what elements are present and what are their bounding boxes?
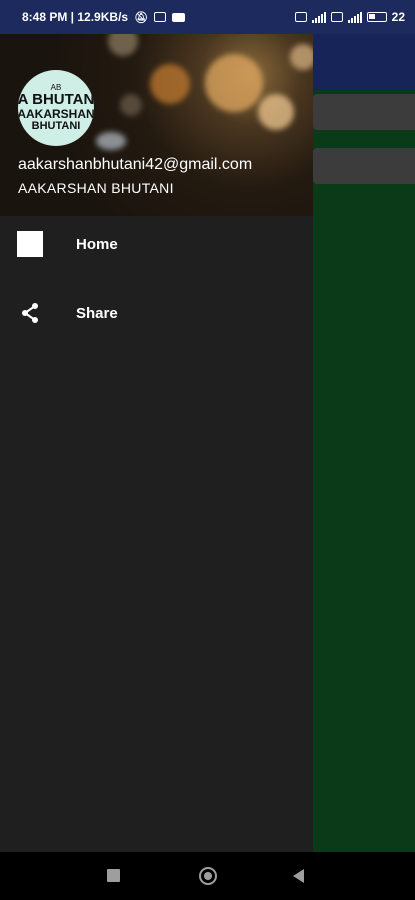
bokeh-light [120, 94, 142, 116]
drawer-item-home[interactable]: Home [0, 216, 313, 272]
signal-icon [311, 11, 326, 23]
share-icon [16, 299, 44, 327]
back-triangle-icon[interactable] [293, 869, 304, 883]
bokeh-light [108, 34, 138, 56]
status-right: 22 [294, 10, 405, 24]
system-nav-bar [0, 852, 415, 900]
status-left: 8:48 PM | 12.9KB/s 🔕︎ [22, 10, 186, 24]
background-app[interactable] [313, 34, 415, 852]
avatar-text-line: A BHUTAN [18, 91, 94, 109]
status-bar: 8:48 PM | 12.9KB/s 🔕︎ 22 [0, 0, 415, 34]
battery-level: 22 [391, 10, 405, 24]
signal-2-icon [347, 11, 362, 23]
status-time-speed: 8:48 PM | 12.9KB/s [22, 10, 129, 24]
volte-icon [330, 12, 343, 22]
youtube-icon [172, 12, 186, 22]
drawer-item-label: Share [76, 304, 118, 322]
app-list-item[interactable] [313, 94, 415, 130]
app-list-item[interactable] [313, 148, 415, 184]
bokeh-light [150, 64, 190, 104]
bokeh-light [258, 94, 294, 130]
mute-bell-icon: 🔕︎ [134, 11, 149, 24]
drawer-item-label: Home [76, 235, 118, 253]
home-circle-icon[interactable] [199, 867, 217, 885]
drawer-header: AB A BHUTAN AAKARSHAN BHUTANI aakarshanb… [0, 34, 313, 216]
recents-icon[interactable] [107, 869, 120, 882]
drawer-item-share[interactable]: Share [0, 285, 313, 341]
avatar-text-line: BHUTANI [31, 119, 81, 132]
vpn-icon [294, 12, 307, 22]
bokeh-light [205, 54, 263, 112]
bokeh-light [96, 132, 126, 150]
user-email: aakarshanbhutani42@gmail.com [18, 156, 253, 173]
battery-icon [366, 12, 387, 22]
avatar-text-line: AAKARSHAN [18, 107, 94, 121]
home-square-icon [16, 230, 44, 258]
app-toolbar [313, 34, 415, 90]
user-name: AAKARSHAN BHUTANI [18, 180, 174, 196]
navigation-drawer: AB A BHUTAN AAKARSHAN BHUTANI aakarshanb… [0, 34, 313, 852]
bokeh-light [290, 44, 313, 70]
message-icon [154, 12, 167, 22]
avatar[interactable]: AB A BHUTAN AAKARSHAN BHUTANI [18, 70, 94, 146]
